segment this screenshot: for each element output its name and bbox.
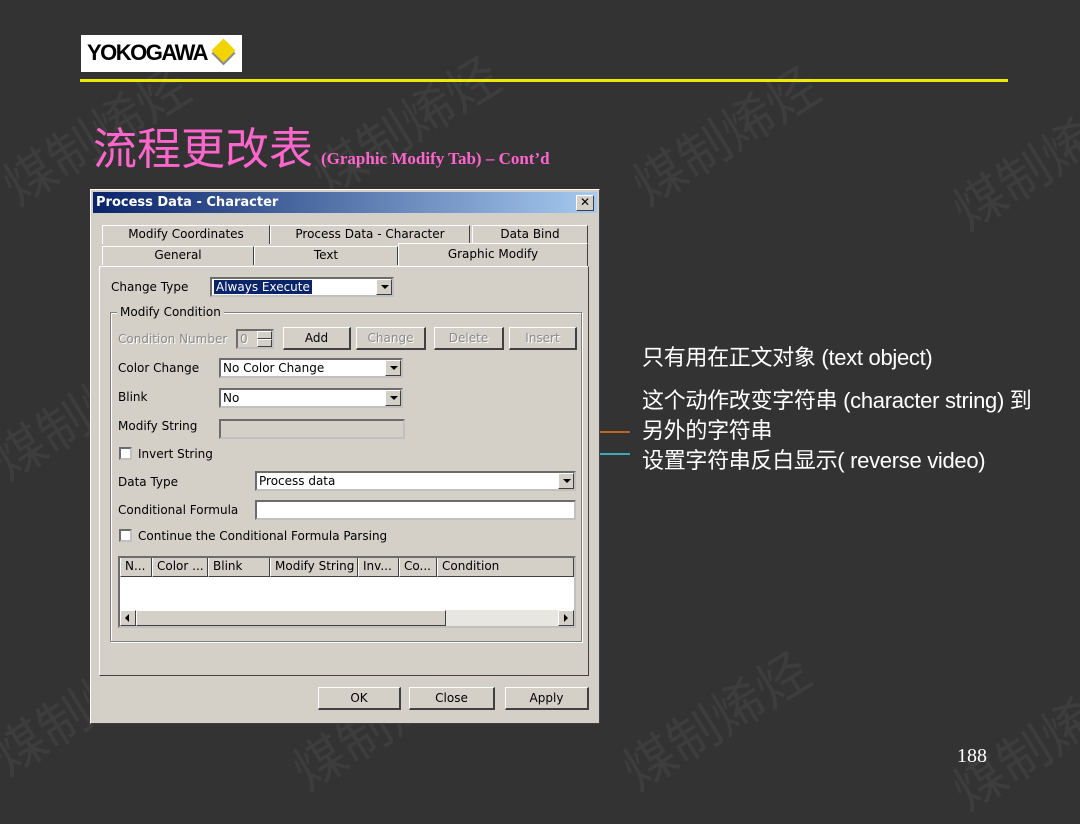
column-header[interactable]: Condition: [437, 558, 574, 577]
tab-graphic-modify[interactable]: Graphic Modify: [398, 243, 588, 267]
invert-string-checkbox[interactable]: [119, 447, 132, 460]
data-type-label: Data Type: [118, 475, 179, 489]
process-data-character-dialog: Process Data - Character ✕ Modify Coordi…: [90, 189, 600, 724]
add-button[interactable]: Add: [283, 327, 351, 350]
logo-diamond-icon: [211, 38, 236, 63]
conditional-formula-label: Conditional Formula: [118, 503, 239, 517]
change-type-value: Always Execute: [214, 280, 312, 294]
condition-number-spinner[interactable]: 0: [236, 329, 274, 349]
header-rule: [80, 79, 1008, 82]
note-invert-string: 设置字符串反白显示( reverse video): [642, 448, 986, 473]
tab-general[interactable]: General: [102, 246, 254, 265]
column-header[interactable]: Inv...: [358, 558, 399, 577]
apply-button[interactable]: Apply: [505, 687, 589, 710]
tab-process-data-character[interactable]: Process Data - Character: [270, 225, 470, 244]
column-header[interactable]: Co...: [399, 558, 437, 577]
insert-button[interactable]: Insert: [509, 327, 577, 350]
spin-up-icon[interactable]: [257, 331, 272, 339]
dialog-title: Process Data - Character: [96, 195, 279, 210]
scroll-thumb[interactable]: [136, 610, 446, 626]
chevron-down-icon[interactable]: [385, 390, 401, 406]
horizontal-scrollbar[interactable]: [120, 610, 574, 626]
change-button[interactable]: Change: [356, 327, 426, 350]
color-change-value: No Color Change: [223, 361, 325, 375]
blink-value: No: [223, 391, 240, 405]
chevron-down-icon[interactable]: [558, 473, 574, 489]
chevron-down-icon[interactable]: [376, 279, 392, 295]
color-change-label: Color Change: [118, 361, 200, 375]
tab-data-bind[interactable]: Data Bind: [472, 225, 588, 244]
tab-modify-coordinates[interactable]: Modify Coordinates: [102, 225, 270, 244]
watermark: 煤制烯烃: [942, 81, 1080, 243]
column-header[interactable]: Color ...: [152, 558, 208, 577]
delete-button[interactable]: Delete: [434, 327, 504, 350]
watermark: 煤制烯烃: [612, 641, 822, 803]
data-type-select[interactable]: Process data: [255, 471, 576, 491]
modify-string-label: Modify String: [118, 419, 198, 433]
chevron-down-icon[interactable]: [385, 360, 401, 376]
note-text-object: 只有用在正文对象 (text object): [642, 345, 933, 370]
spin-down-icon[interactable]: [257, 339, 272, 347]
condition-list[interactable]: N... Color ... Blink Modify String Inv..…: [118, 556, 576, 628]
modify-condition-title: Modify Condition: [117, 305, 224, 319]
change-type-select[interactable]: Always Execute: [210, 277, 394, 297]
data-type-value: Process data: [259, 474, 336, 488]
slide-title-sub: (Graphic Modify Tab) – Cont’d: [321, 149, 550, 168]
slide-title: 流程更改表 (Graphic Modify Tab) – Cont’d: [93, 113, 550, 177]
continue-parsing-label: Continue the Conditional Formula Parsing: [138, 529, 388, 543]
column-header[interactable]: N...: [120, 558, 152, 577]
slide-title-main: 流程更改表: [93, 124, 313, 175]
continue-parsing-checkbox[interactable]: [119, 529, 132, 542]
conditional-formula-input[interactable]: [255, 500, 576, 520]
page-number: 188: [957, 745, 987, 767]
watermark: 煤制烯烃: [622, 56, 832, 218]
change-type-label: Change Type: [111, 280, 189, 294]
invert-string-label: Invert String: [138, 447, 213, 461]
color-change-select[interactable]: No Color Change: [219, 358, 403, 378]
scroll-left-icon[interactable]: [120, 610, 136, 626]
tab-text[interactable]: Text: [254, 246, 398, 265]
blink-select[interactable]: No: [219, 388, 403, 408]
watermark: 煤制烯烃: [942, 661, 1080, 823]
close-icon[interactable]: ✕: [576, 195, 594, 211]
ok-button[interactable]: OK: [318, 687, 401, 710]
close-button[interactable]: Close: [409, 687, 495, 710]
condition-number-value: 0: [240, 332, 248, 346]
dialog-titlebar[interactable]: Process Data - Character ✕: [93, 192, 597, 213]
column-header[interactable]: Blink: [208, 558, 270, 577]
column-header[interactable]: Modify String: [270, 558, 358, 577]
modify-string-input[interactable]: [219, 419, 405, 439]
note-modify-string: 这个动作改变字符串 (character string) 到另外的字符串: [642, 388, 1032, 443]
scroll-right-icon[interactable]: [558, 610, 574, 626]
condition-number-label: Condition Number: [118, 332, 228, 346]
blink-label: Blink: [118, 390, 148, 404]
